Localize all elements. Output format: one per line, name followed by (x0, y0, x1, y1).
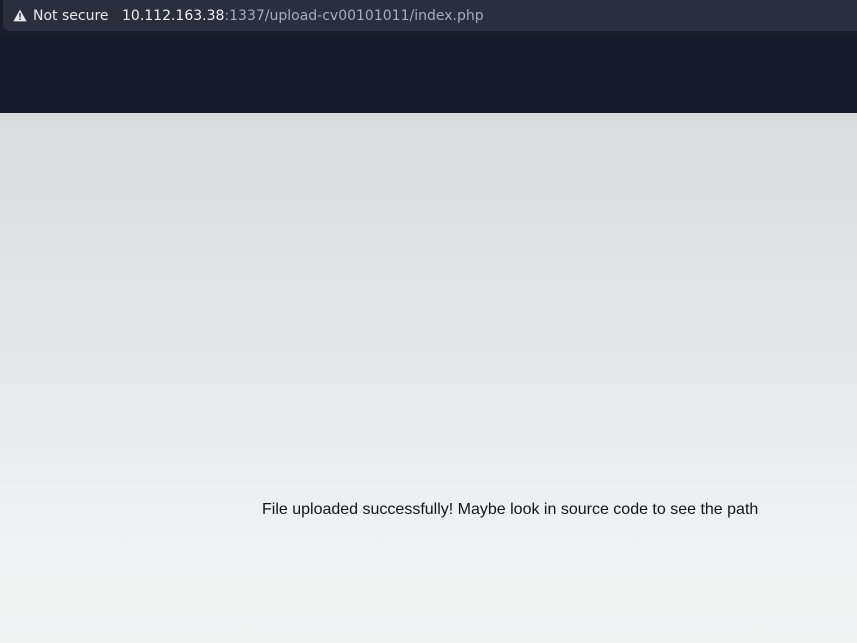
site-header (0, 36, 857, 113)
upload-status-message: File uploaded successfully! Maybe look i… (262, 501, 759, 518)
warning-triangle-icon (13, 9, 28, 23)
page-content: File uploaded successfully! Maybe look i… (0, 113, 857, 643)
url-box[interactable]: Not secure 10.112.163.38:1337/upload-cv0… (3, 0, 857, 31)
site-security-indicator[interactable]: Not secure (13, 6, 109, 26)
url-text[interactable]: 10.112.163.38:1337/upload-cv00101011/ind… (122, 6, 484, 26)
url-path: :1337/upload-cv00101011/index.php (224, 8, 484, 24)
url-host: 10.112.163.38 (122, 8, 225, 24)
security-label: Not secure (33, 8, 109, 24)
browser-address-bar: Not secure 10.112.163.38:1337/upload-cv0… (0, 0, 857, 36)
